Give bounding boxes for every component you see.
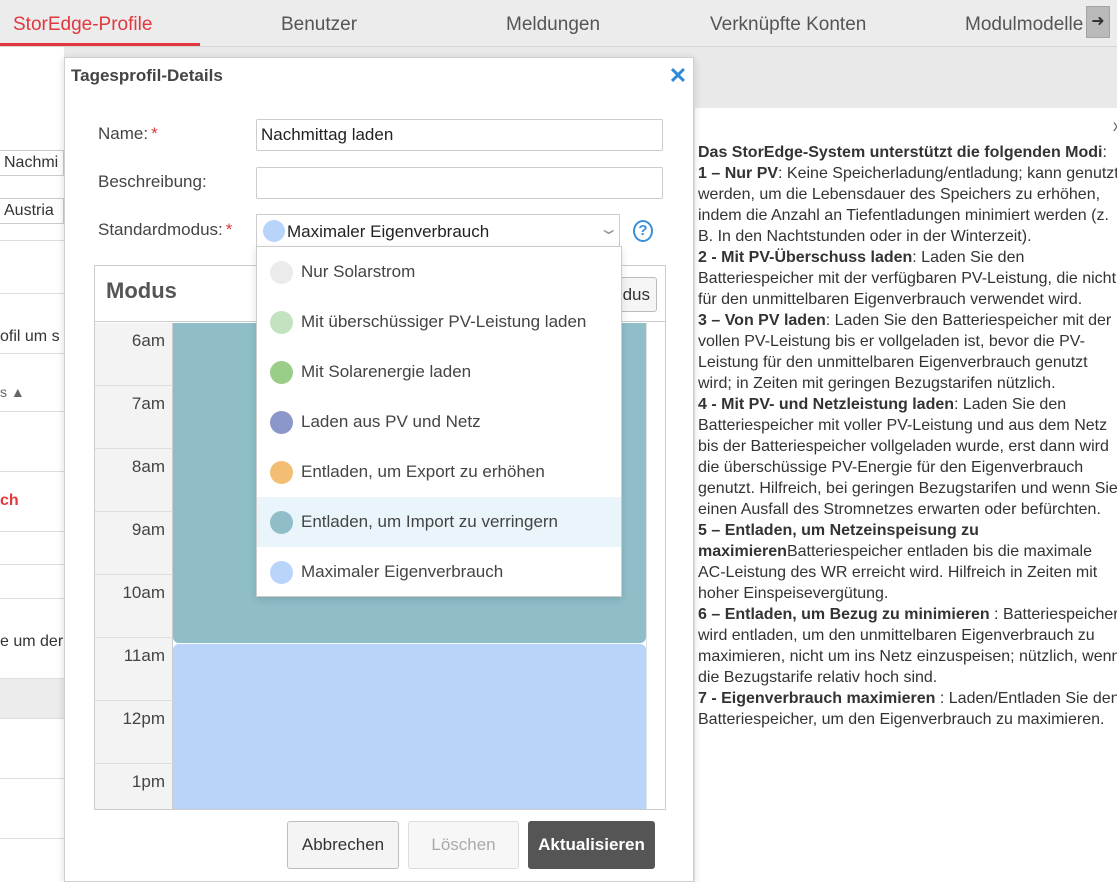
background-page: Nachmi Austria ofil um s s ▲ ch e um der xyxy=(0,47,64,882)
delete-button[interactable]: Löschen xyxy=(408,821,519,869)
tab-verknuepfte-konten[interactable]: Verknüpfte Konten xyxy=(710,0,866,47)
help-item-3: 3 – Von PV laden: Laden Sie den Batterie… xyxy=(698,312,1112,392)
time-slot-label: 8am xyxy=(95,449,173,512)
help-question-icon[interactable]: ? xyxy=(633,220,653,242)
bg-row xyxy=(0,679,64,719)
bg-row xyxy=(0,243,64,294)
mode-option[interactable]: Mit überschüssiger PV-Leistung laden xyxy=(257,297,621,347)
time-column: 6am 7am 8am 9am 10am 11am 12pm 1pm xyxy=(95,323,173,809)
help-intro: Das StorEdge-System unterstützt die folg… xyxy=(698,144,1103,161)
bg-row xyxy=(0,412,64,472)
tab-storedge-profile[interactable]: StorEdge-Profile xyxy=(13,0,152,47)
mode-label: Standardmodus: * xyxy=(98,220,233,239)
mode-option[interactable]: Nur Solarstrom xyxy=(257,247,621,297)
close-icon[interactable]: ✕ xyxy=(668,65,688,87)
help-item-7: 7 - Eigenverbrauch maximieren : Laden/En… xyxy=(698,690,1117,728)
mode-color-dot xyxy=(270,361,293,384)
mode-color-dot xyxy=(270,511,293,534)
top-tab-bar: StorEdge-Profile Benutzer Meldungen Verk… xyxy=(0,0,1117,47)
help-panel: x Das StorEdge-System unterstützt die fo… xyxy=(695,108,1117,882)
mode-color-dot xyxy=(270,461,293,484)
help-close-icon[interactable]: x xyxy=(1113,116,1117,137)
mode-selected-value: Maximaler Eigenverbrauch xyxy=(287,222,490,241)
mode-select[interactable]: Maximaler Eigenverbrauch ⌄ xyxy=(256,214,620,247)
bg-text: ofil um s xyxy=(0,294,64,354)
tab-modulmodelle[interactable]: Modulmodelle xyxy=(965,0,1083,47)
mode-option-label: Mit überschüssiger PV-Leistung laden xyxy=(301,312,587,331)
time-slot-label: 7am xyxy=(95,386,173,449)
mode-dropdown-list: Nur Solarstrom Mit überschüssiger PV-Leis… xyxy=(256,246,622,597)
time-slot-label: 11am xyxy=(95,638,173,701)
help-item-2: 2 - Mit PV-Überschuss laden: Laden Sie d… xyxy=(698,249,1117,308)
time-slot-label: 9am xyxy=(95,512,173,575)
name-field[interactable]: Nachmittag laden xyxy=(256,119,663,151)
description-label: Beschreibung: xyxy=(98,172,207,191)
mode-option-label: Nur Solarstrom xyxy=(301,262,416,281)
bg-row xyxy=(0,719,64,779)
tab-benutzer[interactable]: Benutzer xyxy=(281,0,357,47)
mode-option[interactable]: Entladen, um Import zu verringern xyxy=(257,497,621,547)
mode-color-dot xyxy=(270,561,293,584)
bg-sort-header: s ▲ xyxy=(0,354,64,412)
day-profile-dialog: Tagesprofil-Details ✕ Name: * Nachmittag … xyxy=(64,57,694,882)
chevron-down-icon: ⌄ xyxy=(597,221,620,238)
mode-color-dot xyxy=(270,261,293,284)
time-slot-label: 10am xyxy=(95,575,173,638)
bg-highlight-row: ch xyxy=(0,472,64,532)
mode-color-dot xyxy=(270,411,293,434)
mode-color-dot xyxy=(263,220,285,242)
bg-row xyxy=(0,532,64,565)
dialog-title: Tagesprofil-Details xyxy=(71,66,223,85)
schedule-scroll-column xyxy=(646,323,665,809)
bg-row xyxy=(0,779,64,839)
mode-option-label: Laden aus PV und Netz xyxy=(301,412,481,431)
mode-option-label: Maximaler Eigenverbrauch xyxy=(301,562,504,581)
bg-profile-name: Nachmi xyxy=(0,150,64,176)
mode-option-label: Mit Solarenergie laden xyxy=(301,362,472,381)
tabs-scroll-right-icon[interactable]: ➜ xyxy=(1086,6,1110,38)
time-slot-label: 12pm xyxy=(95,701,173,764)
update-button[interactable]: Aktualisieren xyxy=(528,821,655,869)
cancel-button[interactable]: Abbrechen xyxy=(287,821,399,869)
mode-option[interactable]: Mit Solarenergie laden xyxy=(257,347,621,397)
schedule-title: Modus xyxy=(106,278,177,303)
schedule-block-max-self-consumption[interactable] xyxy=(173,644,646,809)
help-item-1: 1 – Nur PV: Keine Speicherladung/entladu… xyxy=(698,165,1117,245)
mode-option[interactable]: Maximaler Eigenverbrauch xyxy=(257,547,621,597)
help-item-6: 6 – Entladen, um Bezug zu minimieren : B… xyxy=(698,606,1117,686)
mode-option-label: Entladen, um Import zu verringern xyxy=(301,512,559,531)
bg-row xyxy=(0,217,64,241)
mode-option-label: Entladen, um Export zu erhöhen xyxy=(301,462,545,481)
mode-option[interactable]: Laden aus PV und Netz xyxy=(257,397,621,447)
time-slot-label: 1pm xyxy=(95,764,173,809)
description-field[interactable] xyxy=(256,167,663,199)
time-slot-label: 6am xyxy=(95,323,173,386)
bg-row xyxy=(0,565,64,599)
active-tab-indicator xyxy=(0,43,200,46)
help-item-4: 4 - Mit PV- und Netzleistung laden: Lade… xyxy=(698,396,1117,518)
name-label: Name: * xyxy=(98,124,158,143)
mode-color-dot xyxy=(270,311,293,334)
help-item-5: 5 – Entladen, um Netzeinspeisung zu maxi… xyxy=(698,522,1098,602)
bg-text: e um der xyxy=(0,599,64,679)
mode-option[interactable]: Entladen, um Export zu erhöhen xyxy=(257,447,621,497)
tab-meldungen[interactable]: Meldungen xyxy=(506,0,600,47)
